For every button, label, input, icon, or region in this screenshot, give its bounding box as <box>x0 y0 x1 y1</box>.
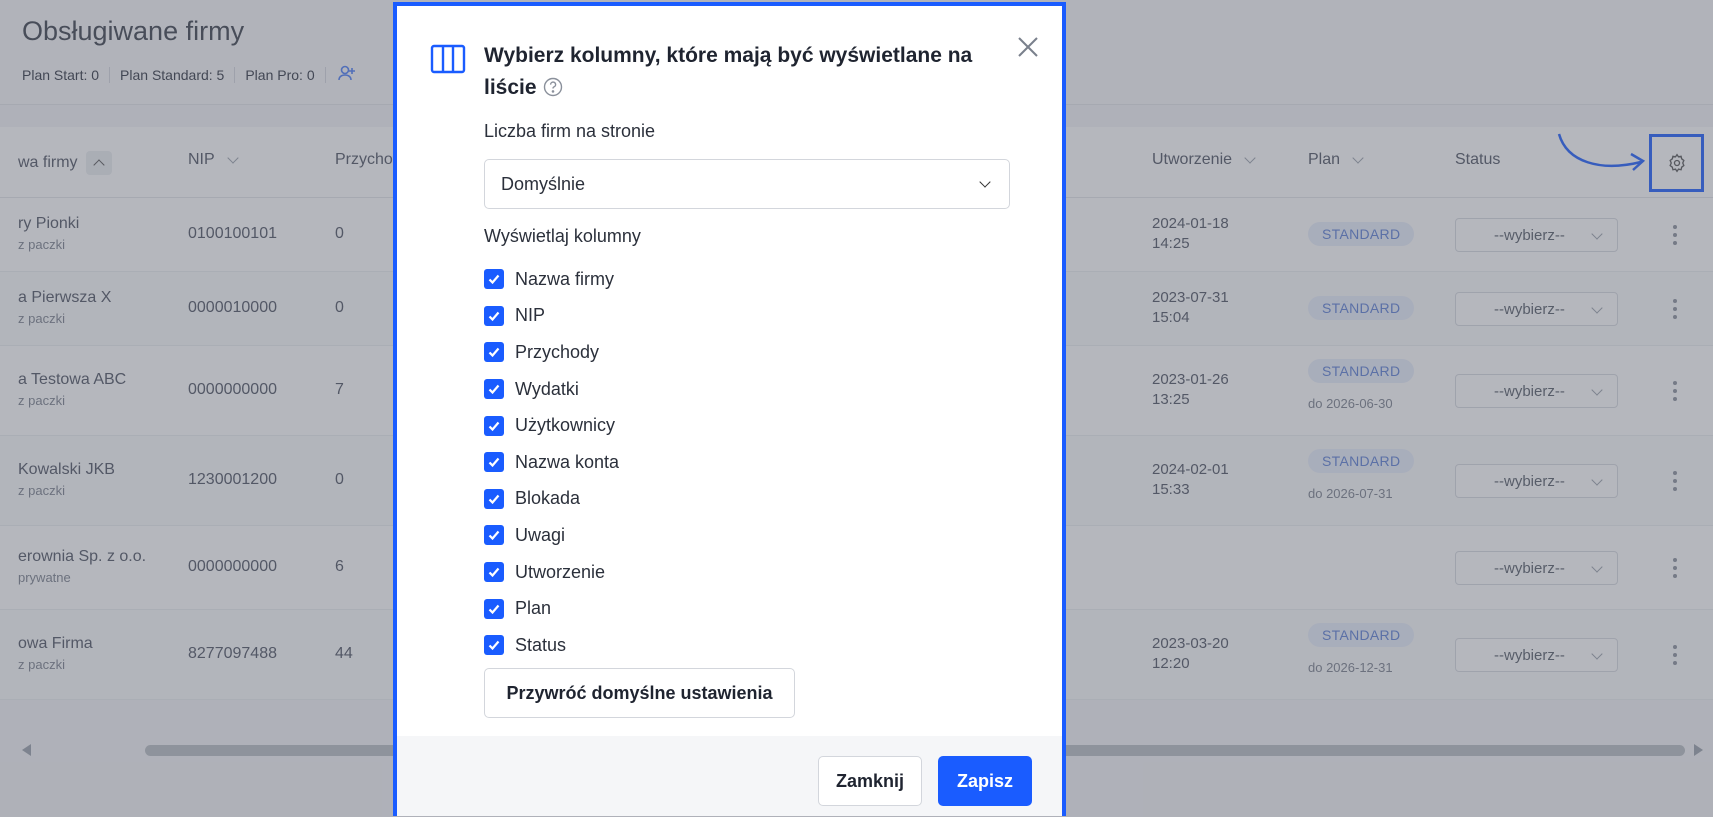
check-icon <box>488 348 500 358</box>
column-option-label: Utworzenie <box>515 561 606 582</box>
per-page-label: Liczba firm na stronie <box>484 121 656 141</box>
column-option[interactable]: Status <box>484 627 619 664</box>
chevron-down-icon <box>979 176 991 188</box>
check-icon <box>488 311 500 322</box>
column-checkbox[interactable] <box>484 598 504 619</box>
check-icon <box>488 384 500 395</box>
column-option-label: NIP <box>515 305 546 326</box>
column-option[interactable]: Blokada <box>484 481 619 518</box>
column-option[interactable]: Utworzenie <box>484 554 619 591</box>
check-icon <box>488 641 500 651</box>
column-checkbox[interactable] <box>484 635 504 656</box>
per-page-select[interactable]: Domyślnie <box>484 159 1010 209</box>
column-option-label: Nazwa firmy <box>515 268 615 289</box>
column-option-label: Przychody <box>515 341 600 362</box>
column-checkbox[interactable] <box>484 305 504 326</box>
column-checkbox[interactable] <box>484 379 504 400</box>
column-option[interactable]: Wydatki <box>484 371 619 408</box>
column-option-label: Status <box>515 634 567 655</box>
column-checklist: Nazwa firmy NIP Przychody Wydatki Użytkownic… <box>484 261 619 664</box>
help-icon[interactable] <box>543 77 563 97</box>
columns-icon <box>430 44 466 74</box>
column-checkbox[interactable] <box>484 415 504 436</box>
check-icon <box>488 567 500 578</box>
column-option-label: Uwagi <box>515 524 566 545</box>
column-checkbox[interactable] <box>484 562 504 583</box>
column-option[interactable]: NIP <box>484 298 619 335</box>
column-option[interactable]: Uwagi <box>484 517 619 554</box>
reset-defaults-button[interactable]: Przywróć domyślne ustawienia <box>484 668 795 718</box>
modal-title: Wybierz kolumny, które mają być wyświetl… <box>484 44 973 99</box>
column-option-label: Nazwa konta <box>515 451 620 472</box>
check-icon <box>488 494 500 504</box>
check-icon <box>488 458 500 468</box>
column-checkbox[interactable] <box>484 342 504 363</box>
column-option[interactable]: Nazwa konta <box>484 444 619 481</box>
column-checkbox[interactable] <box>484 269 504 290</box>
column-option[interactable]: Użytkownicy <box>484 407 619 444</box>
column-option[interactable]: Plan <box>484 590 619 627</box>
column-option[interactable]: Nazwa firmy <box>484 261 619 298</box>
column-option-label: Wydatki <box>515 378 579 399</box>
column-checkbox[interactable] <box>484 525 504 546</box>
check-icon <box>488 604 500 614</box>
close-icon[interactable] <box>1015 34 1041 60</box>
columns-label: Wyświetlaj kolumny <box>484 226 641 246</box>
check-icon <box>488 531 500 541</box>
close-button[interactable]: Zamknij <box>818 756 922 806</box>
modal-footer: Zamknij Zapisz <box>397 736 1062 816</box>
column-option-label: Plan <box>515 598 552 619</box>
column-option-label: Użytkownicy <box>515 415 616 436</box>
check-icon <box>488 275 500 285</box>
column-option-label: Blokada <box>515 488 581 509</box>
column-settings-modal: Wybierz kolumny, które mają być wyświetl… <box>393 2 1066 816</box>
save-button[interactable]: Zapisz <box>938 756 1032 806</box>
column-checkbox[interactable] <box>484 488 504 509</box>
column-option[interactable]: Przychody <box>484 334 619 371</box>
check-icon <box>488 421 500 431</box>
column-checkbox[interactable] <box>484 452 504 473</box>
